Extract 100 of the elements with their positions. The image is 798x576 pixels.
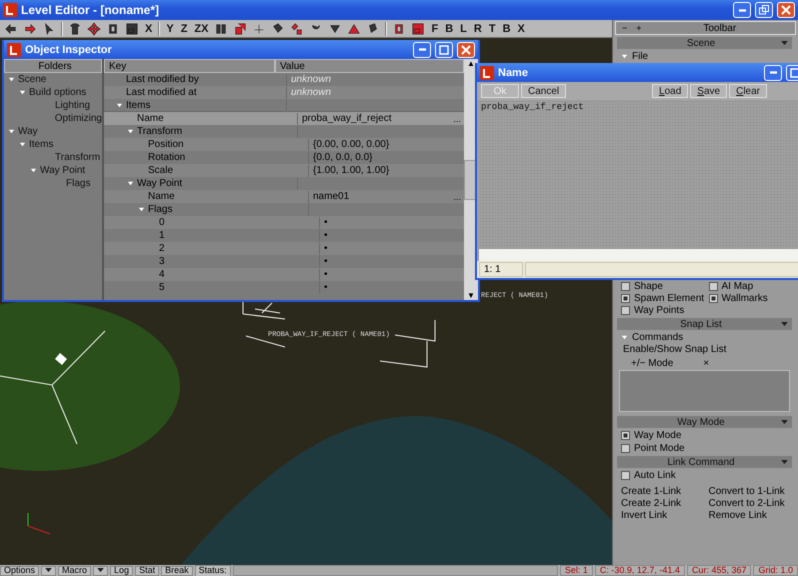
checkbox-label[interactable]: Auto Link	[634, 470, 676, 480]
section-header[interactable]: Scene	[617, 37, 792, 49]
property-row[interactable]: Items	[104, 99, 464, 112]
checkbox[interactable]	[621, 430, 630, 440]
property-key[interactable]: Way Point	[137, 178, 182, 189]
close-button[interactable]	[457, 42, 475, 58]
status-button[interactable]: Break	[161, 566, 193, 576]
group-label[interactable]: Commands	[632, 332, 684, 342]
property-key[interactable]: 4	[159, 269, 165, 280]
status-button[interactable]: Stat	[135, 566, 160, 576]
property-key[interactable]: Name	[148, 191, 175, 202]
checkbox-label[interactable]: Wallmarks	[722, 292, 768, 304]
dialog-button[interactable]: Cancel	[521, 84, 566, 98]
minimize-button[interactable]	[413, 42, 431, 58]
expand-triangle-icon[interactable]	[138, 206, 145, 213]
folder-item[interactable]: Items	[29, 139, 54, 150]
property-key[interactable]: Scale	[148, 165, 174, 176]
expand-triangle-icon[interactable]	[30, 167, 37, 174]
view-button[interactable]: L	[459, 22, 468, 34]
checkbox-label[interactable]: Way Mode	[634, 430, 682, 440]
property-key[interactable]: 2	[159, 243, 165, 254]
expand-triangle-icon[interactable]	[127, 128, 134, 135]
property-key[interactable]: Items	[126, 100, 150, 111]
folder-item[interactable]: Transform	[55, 152, 100, 163]
column-header[interactable]: Folders	[4, 59, 102, 73]
command-link[interactable]: Convert to 1-Link	[708, 486, 785, 496]
property-row[interactable]: Scale {1.00, 1.00, 1.00}	[104, 164, 464, 177]
folder-item[interactable]: Flags	[66, 178, 90, 189]
property-row[interactable]: 4 •	[104, 268, 464, 281]
tool-icon[interactable]	[214, 22, 228, 36]
property-row[interactable]: 0 •	[104, 216, 464, 229]
expand-triangle-icon[interactable]	[621, 52, 628, 60]
view-button[interactable]: B	[444, 22, 454, 34]
checkbox[interactable]	[621, 294, 630, 302]
command-link[interactable]: Remove Link	[708, 510, 767, 520]
checkbox[interactable]	[621, 470, 630, 480]
panel-size-button[interactable]: +	[633, 23, 645, 33]
tool-icon[interactable]	[4, 22, 18, 36]
close-button[interactable]	[777, 2, 795, 18]
tool-icon[interactable]	[252, 22, 266, 36]
expand-triangle-icon[interactable]	[19, 89, 26, 96]
tool-icon[interactable]	[23, 22, 37, 36]
tool-icon[interactable]	[106, 22, 120, 36]
restore-button[interactable]	[755, 2, 773, 18]
property-row[interactable]: Position {0.00, 0.00, 0.00}	[104, 138, 464, 151]
section-header[interactable]: Way Mode	[617, 416, 792, 428]
checkbox-label[interactable]: Point Mode	[634, 442, 685, 454]
view-button[interactable]: X	[516, 22, 526, 34]
view-button[interactable]: B	[502, 22, 512, 34]
status-button[interactable]: Log	[110, 566, 134, 576]
scrollbar[interactable]	[479, 249, 798, 261]
maximize-button[interactable]	[435, 42, 453, 58]
command-link[interactable]: Enable/Show Snap List	[615, 344, 796, 356]
command-link[interactable]: Create 2-Link	[621, 498, 682, 508]
column-header[interactable]: Value	[275, 59, 464, 73]
ellipsis-button[interactable]: ...	[450, 192, 464, 202]
command-link[interactable]: Convert to 2-Link	[708, 498, 785, 508]
command-link[interactable]: Invert Link	[621, 510, 668, 520]
property-key[interactable]: Rotation	[148, 152, 186, 163]
file-button[interactable]: Clear	[729, 84, 767, 98]
section-header[interactable]: Snap List	[617, 318, 792, 330]
checkbox[interactable]	[621, 444, 630, 452]
property-row[interactable]: Name proba_way_if_reject ...	[104, 112, 464, 125]
folder-item[interactable]: Lighting	[55, 100, 90, 111]
group-label[interactable]: File	[632, 50, 648, 62]
minimize-button[interactable]	[764, 64, 782, 80]
expand-triangle-icon[interactable]	[621, 334, 628, 340]
property-key[interactable]: 1	[159, 230, 165, 241]
folder-item[interactable]: Scene	[18, 74, 46, 85]
property-row[interactable]: Name name01 ...	[104, 190, 464, 203]
view-button[interactable]: F	[430, 22, 440, 34]
folder-item[interactable]: Build options	[29, 87, 86, 98]
menu-button[interactable]: Options	[0, 566, 40, 576]
checkbox-label[interactable]: Shape	[634, 280, 663, 292]
view-button[interactable]: R	[472, 22, 483, 34]
expand-triangle-icon[interactable]	[19, 141, 26, 148]
view-button[interactable]: T	[488, 22, 497, 34]
checkbox[interactable]	[621, 282, 630, 290]
axis-lock-button[interactable]: X	[144, 22, 154, 34]
checkbox-label[interactable]: AI Map	[722, 280, 754, 292]
text-editor-field[interactable]: proba_way_if_reject	[479, 100, 798, 249]
checkbox-label[interactable]: Way Points	[634, 304, 684, 316]
tool-icon[interactable]	[233, 22, 248, 36]
scroll-down-arrow[interactable]: ▼	[467, 291, 475, 300]
dropdown-button[interactable]	[93, 566, 108, 576]
axis-lock-button[interactable]: Y	[165, 22, 175, 34]
tool-icon[interactable]	[411, 22, 426, 36]
property-key[interactable]: Position	[148, 139, 184, 150]
ellipsis-button[interactable]: ...	[450, 114, 464, 124]
checkbox[interactable]	[708, 282, 718, 290]
file-button[interactable]: Save	[690, 84, 728, 98]
file-button[interactable]: Load	[652, 84, 688, 98]
property-key[interactable]: 0	[159, 217, 165, 228]
expand-triangle-icon[interactable]	[127, 180, 134, 187]
panel-size-button[interactable]: −	[619, 23, 630, 33]
menu-button[interactable]: Macro	[58, 566, 92, 576]
tool-icon[interactable]	[125, 22, 139, 36]
property-key[interactable]: 5	[159, 282, 165, 293]
property-row[interactable]: 2 •	[104, 242, 464, 255]
command-link[interactable]: Create 1-Link	[621, 486, 682, 496]
